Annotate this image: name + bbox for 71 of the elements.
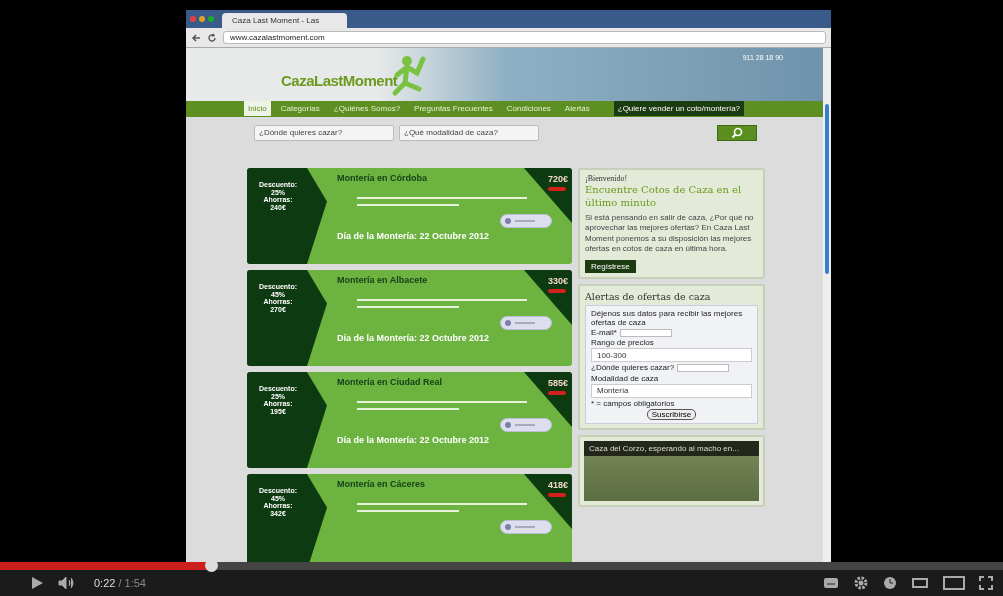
more-button[interactable] <box>500 316 552 330</box>
offer-price: 418€ <box>547 480 568 490</box>
scrollbar[interactable] <box>823 48 831 562</box>
email-field[interactable] <box>619 328 672 337</box>
old-price-strike <box>548 493 566 497</box>
browser-tab[interactable]: Caza Last Moment - Las <box>222 13 348 28</box>
maximize-dot-icon[interactable] <box>208 16 214 22</box>
offer-price: 720€ <box>547 174 568 184</box>
register-button[interactable]: Regístrese <box>585 259 636 273</box>
location-field[interactable] <box>677 363 730 372</box>
mode-select[interactable]: Montería <box>591 383 752 398</box>
current-time: 0:22 <box>94 577 116 589</box>
volume-icon[interactable] <box>58 576 76 590</box>
nav-link[interactable]: ¿Quiénes Somos? <box>329 101 405 117</box>
welcome-text: Si está pensando en salir de caza, ¿Por qué no aprovechar las mejores ofertas? En Caza Last Moment ponemos a su disposición las mejores ofertas en cotos de caza en última hora. <box>585 213 755 255</box>
old-price-strike <box>548 187 566 191</box>
large-player-icon[interactable] <box>943 576 965 590</box>
offer-title[interactable]: Montería en Cáceres <box>337 479 426 489</box>
offer-price: 330€ <box>547 276 568 286</box>
email-label: E-mail* <box>591 327 617 338</box>
captions-icon[interactable] <box>823 577 839 589</box>
nav-link[interactable]: Categorías <box>276 101 324 117</box>
nav-link[interactable]: Preguntas Frecuentes <box>410 101 497 117</box>
address-bar[interactable]: www.cazalastmoment.com <box>223 31 826 44</box>
alerts-title: Alertas de ofertas de caza <box>585 290 712 302</box>
search-button[interactable] <box>717 124 757 141</box>
offer-title[interactable]: Montería en Córdoba <box>337 173 427 183</box>
mode-label: Modalidad de caza <box>591 373 660 383</box>
video-duration: / 1:54 <box>118 577 146 589</box>
nav-link[interactable]: Alertas <box>560 101 594 117</box>
location-label: ¿Dónde quieres cazar? <box>591 363 675 373</box>
close-dot-icon[interactable] <box>190 16 196 22</box>
minimize-dot-icon[interactable] <box>199 16 205 22</box>
reload-icon[interactable] <box>207 32 217 43</box>
more-button[interactable] <box>500 520 552 534</box>
offer-date: Día de la Montería: 22 Octubre 2012 <box>337 435 491 445</box>
form-intro: Déjenos sus datos para recibir las mejores ofertas de caza <box>591 308 744 327</box>
sell-link[interactable]: ¿Quiere vender un coto/montería? <box>613 101 745 117</box>
location-select[interactable]: ¿Dónde quieres cazar? <box>254 124 394 141</box>
info-dot-icon <box>505 320 511 326</box>
more-button[interactable] <box>500 418 552 432</box>
small-player-icon[interactable] <box>911 577 929 589</box>
offer-title[interactable]: Montería en Ciudad Real <box>337 377 443 387</box>
old-price-strike <box>548 391 566 395</box>
nav-link[interactable]: Inicio <box>244 101 271 117</box>
welcome-heading: Encuentre Cotos de Caza en el último minuto <box>585 184 743 209</box>
info-dot-icon <box>505 422 511 428</box>
offer-date: Día de la Montería: 22 Octubre 2012 <box>337 333 491 343</box>
play-icon[interactable] <box>30 576 44 590</box>
clock-icon[interactable] <box>883 576 897 590</box>
fullscreen-icon[interactable] <box>979 576 993 590</box>
required-note: * = campos obligatorios <box>591 398 676 408</box>
nav-link[interactable]: Condiciones <box>502 101 555 117</box>
more-button[interactable] <box>500 214 552 228</box>
site-logo[interactable]: CazaLastMoment <box>281 71 398 89</box>
info-dot-icon <box>505 524 511 530</box>
search-icon <box>731 126 743 139</box>
settings-icon[interactable] <box>853 575 869 591</box>
welcome-greeting: ¡Bienvenido! <box>585 174 629 183</box>
offer-title[interactable]: Montería en Albacete <box>337 275 428 285</box>
video-thumbnail[interactable]: Caza del Corzo, esperando al macho en... <box>584 440 759 501</box>
back-icon[interactable] <box>191 32 201 43</box>
price-range-select[interactable]: 100-300 <box>591 348 752 363</box>
offer-date: Día de la Montería: 22 Octubre 2012 <box>337 231 491 241</box>
info-dot-icon <box>505 218 511 224</box>
mode-select[interactable]: ¿Qué modalidad de caza? <box>399 124 539 141</box>
price-range-label: Rango de precios <box>591 338 655 348</box>
video-title: Caza del Corzo, esperando al macho en... <box>584 440 759 456</box>
subscribe-button[interactable]: Suscribirse <box>646 408 697 420</box>
offer-price: 585€ <box>547 378 568 388</box>
old-price-strike <box>548 289 566 293</box>
